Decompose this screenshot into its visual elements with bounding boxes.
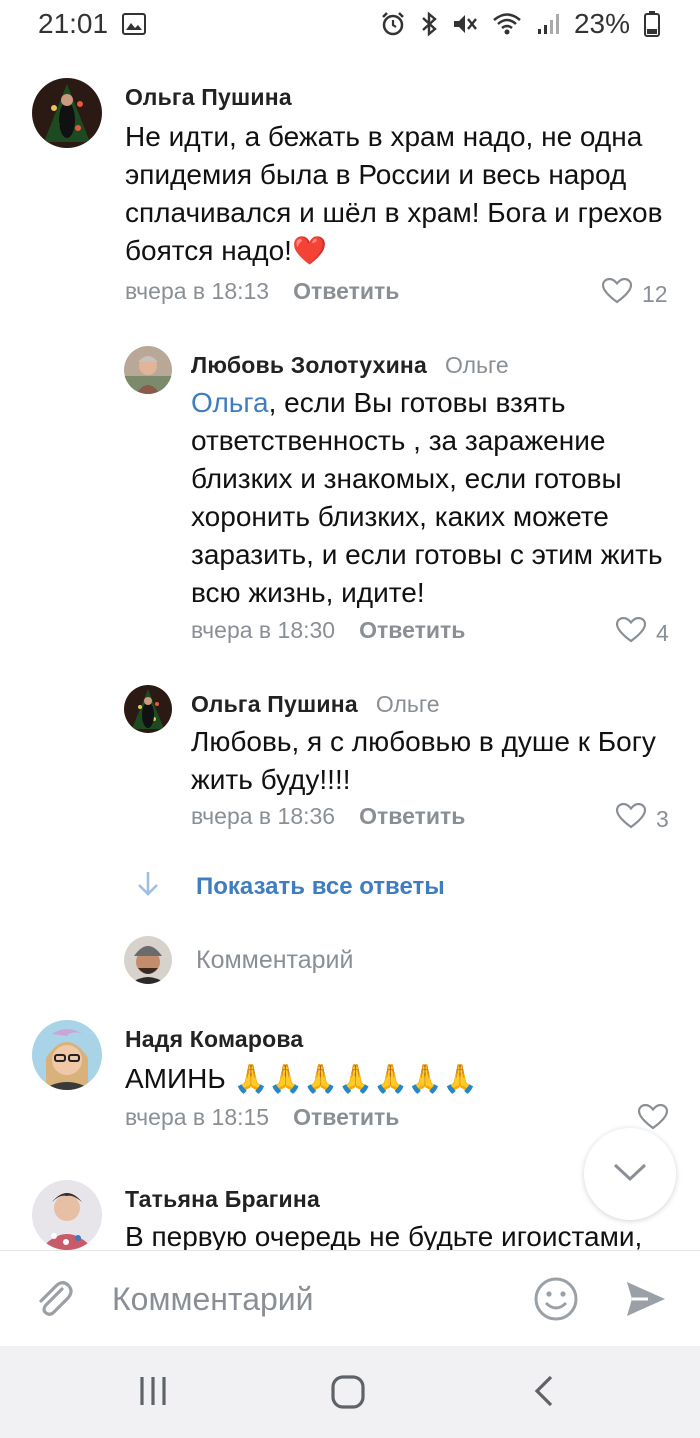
comment-body: , если Вы готовы взять ответственность ,…: [191, 387, 663, 608]
author-line: Татьяна Брагина: [125, 1186, 320, 1213]
heart-icon: [615, 802, 647, 835]
clock: 21:01: [38, 8, 109, 39]
avatar[interactable]: [124, 346, 172, 394]
author-line: Ольга Пушина: [125, 84, 292, 111]
inline-reply-field[interactable]: Комментарий: [124, 936, 353, 984]
author-line: Любовь Золотухина Ольге: [191, 352, 509, 379]
author-name[interactable]: Татьяна Брагина: [125, 1186, 320, 1213]
like-count: 4: [656, 619, 669, 646]
scroll-down-button[interactable]: [584, 1128, 676, 1220]
reply-button[interactable]: Ответить: [359, 803, 465, 830]
send-icon[interactable]: [624, 1279, 668, 1324]
show-all-replies-button[interactable]: Показать все ответы: [136, 870, 445, 903]
author-name[interactable]: Любовь Золотухина: [191, 352, 427, 379]
battery-icon: [644, 11, 660, 37]
avatar[interactable]: [32, 78, 102, 148]
author-line: Надя Комарова: [125, 1026, 303, 1053]
reply-button[interactable]: Ответить: [293, 1104, 399, 1131]
image-icon: [122, 13, 147, 35]
comment-text: АМИНЬ 🙏🙏🙏🙏🙏🙏🙏: [125, 1063, 478, 1094]
comment-time: вчера в 18:13: [125, 278, 270, 304]
user-avatar: [124, 936, 172, 984]
avatar[interactable]: [124, 685, 172, 733]
home-icon[interactable]: [330, 1374, 366, 1415]
author-name[interactable]: Надя Комарова: [125, 1026, 303, 1053]
show-all-label: Показать все ответы: [196, 872, 445, 900]
comment-meta: вчера в 18:13 Ответить: [125, 278, 399, 305]
like-count: 12: [642, 280, 668, 307]
paperclip-icon[interactable]: [32, 1277, 76, 1326]
like-button[interactable]: 12: [601, 277, 668, 310]
comment-meta: вчера в 18:36 Ответить: [191, 803, 465, 830]
status-bar: 21:01 23%: [0, 0, 700, 48]
like-button[interactable]: 4: [615, 616, 669, 649]
comment-time: вчера в 18:30: [191, 617, 336, 643]
avatar[interactable]: [32, 1020, 102, 1090]
comment-meta: вчера в 18:15 Ответить: [125, 1104, 399, 1131]
signal-icon: [536, 12, 560, 36]
reply-to[interactable]: Ольге: [376, 691, 440, 718]
reply-button[interactable]: Ответить: [293, 278, 399, 305]
emoji-icon[interactable]: [532, 1275, 580, 1328]
comment-input[interactable]: Комментарий: [112, 1281, 314, 1318]
author-line: Ольга Пушина Ольге: [191, 691, 440, 718]
mention-link[interactable]: Ольга: [191, 387, 269, 418]
comment-text: В первую очередь не будьте игоистами,: [125, 1221, 643, 1250]
recent-apps-icon[interactable]: [138, 1374, 168, 1413]
wifi-icon: [492, 12, 522, 36]
author-name[interactable]: Ольга Пушина: [125, 84, 292, 111]
comment-meta: вчера в 18:30 Ответить: [191, 617, 465, 644]
reply-button[interactable]: Ответить: [359, 617, 465, 644]
reply-to[interactable]: Ольге: [445, 352, 509, 379]
comment-time: вчера в 18:36: [191, 803, 336, 829]
arrow-down-icon: [136, 870, 160, 903]
avatar[interactable]: [32, 1180, 102, 1250]
comment-composer: Комментарий: [0, 1250, 700, 1346]
chevron-down-icon: [613, 1162, 647, 1187]
heart-icon: [615, 616, 647, 649]
mute-icon: [452, 12, 478, 36]
bluetooth-icon: [420, 11, 438, 37]
system-nav-bar: [0, 1346, 700, 1438]
alarm-icon: [380, 11, 406, 37]
like-button[interactable]: 3: [615, 802, 669, 835]
inline-reply-placeholder: Комментарий: [196, 945, 354, 974]
comment-text: Не идти, а бежать в храм надо, не одна э…: [125, 121, 663, 266]
screen: 21:01 23% Ольга Пушина Не идти, а бежать…: [0, 0, 700, 1438]
comment-time: вчера в 18:15: [125, 1104, 270, 1130]
like-count: 3: [656, 805, 669, 832]
battery-percent: 23%: [573, 8, 630, 39]
comment-text: Любовь, я с любовью в душе к Богу жить б…: [191, 726, 656, 795]
comment-text: Ольга, если Вы готовы взять ответственно…: [191, 384, 671, 612]
author-name[interactable]: Ольга Пушина: [191, 691, 358, 718]
back-icon[interactable]: [532, 1374, 556, 1413]
heart-icon: [601, 277, 633, 310]
